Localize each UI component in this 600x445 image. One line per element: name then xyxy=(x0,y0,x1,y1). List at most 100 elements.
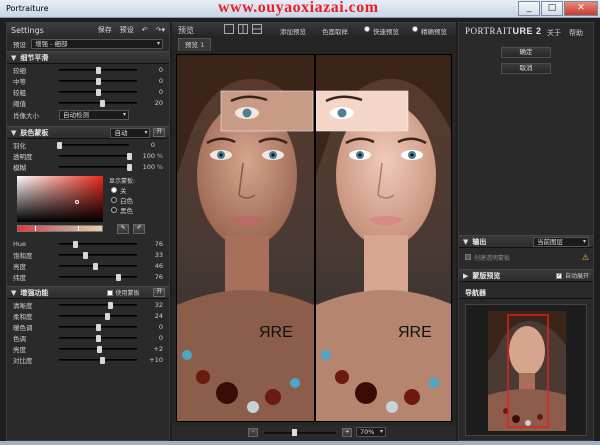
collapse-arrow-icon[interactable]: ▼ xyxy=(11,54,16,62)
enhance-section-header[interactable]: ▼ 增强功能 使用蒙板 开 xyxy=(7,286,169,299)
hsb-slider[interactable] xyxy=(59,251,137,259)
detail-slider-knob[interactable] xyxy=(99,99,105,107)
eyedropper-minus-icon[interactable]: ✐ xyxy=(133,224,145,234)
show-mask-radio[interactable] xyxy=(111,197,117,203)
enhance-slider-knob[interactable] xyxy=(96,323,101,331)
tab-preview-1[interactable]: 预览 1 xyxy=(178,38,212,51)
hsb-slider-knob[interactable] xyxy=(92,262,98,270)
enhance-slider-knob[interactable] xyxy=(96,334,101,342)
enhance-value[interactable]: 32 xyxy=(141,301,163,309)
enhance-slider-knob[interactable] xyxy=(96,345,102,353)
mask-value[interactable]: 100 xyxy=(133,152,155,160)
ok-button[interactable]: 确定 xyxy=(501,47,551,58)
enhance-value[interactable]: 0 xyxy=(141,323,163,331)
mask-slider-knob[interactable] xyxy=(57,141,62,149)
zoom-slider[interactable] xyxy=(264,429,336,436)
mask-slider[interactable] xyxy=(59,152,132,160)
portrait-size-dropdown[interactable]: 自动检测 xyxy=(59,110,129,120)
enhance-toggle-button[interactable]: 开 xyxy=(153,288,165,297)
detail-section-header[interactable]: ▼ 细节平滑 xyxy=(7,51,169,64)
enhance-slider[interactable] xyxy=(59,345,137,353)
enhance-slider[interactable] xyxy=(59,312,137,320)
hsb-slider[interactable] xyxy=(59,240,137,248)
use-mask-checkbox[interactable] xyxy=(107,289,114,296)
detail-value[interactable]: 20 xyxy=(141,99,163,107)
add-preview-button[interactable]: 添加预览 xyxy=(280,26,306,36)
color-field[interactable] xyxy=(17,176,103,222)
detail-slider[interactable] xyxy=(59,99,137,107)
detail-slider-knob[interactable] xyxy=(96,77,101,85)
mask-slider[interactable] xyxy=(59,163,132,171)
mask-slider-knob[interactable] xyxy=(127,163,132,171)
show-mask-radio[interactable] xyxy=(111,207,117,213)
detail-slider[interactable] xyxy=(59,77,137,85)
show-mask-option[interactable]: 白色 xyxy=(111,195,133,205)
detail-value[interactable]: 0 xyxy=(141,66,163,74)
mask-slider[interactable] xyxy=(57,141,129,149)
mask-preview-section-header[interactable]: ▶ 蒙版预览 ✓ 自动展开 xyxy=(459,269,593,282)
enhance-slider-knob[interactable] xyxy=(105,312,111,320)
hsb-value[interactable]: 33 xyxy=(141,251,163,259)
show-mask-option[interactable]: 黑色 xyxy=(111,205,133,215)
detail-slider[interactable] xyxy=(59,66,137,74)
mask-toggle-button[interactable]: 开 xyxy=(153,128,165,137)
zoom-in-button[interactable]: + xyxy=(342,428,352,437)
collapse-arrow-icon[interactable]: ▼ xyxy=(11,129,16,137)
enhance-slider[interactable] xyxy=(59,323,137,331)
preset-dropdown[interactable]: 增强 - 细部 xyxy=(31,39,163,49)
hsb-slider-knob[interactable] xyxy=(73,240,79,248)
close-button[interactable]: ✕ xyxy=(564,1,598,16)
show-mask-radio[interactable] xyxy=(111,187,117,193)
mask-value[interactable]: 0 xyxy=(133,141,155,149)
expand-arrow-icon[interactable]: ▶ xyxy=(463,272,468,280)
eyedropper-icon[interactable]: ✎ xyxy=(117,224,129,234)
hsb-slider[interactable] xyxy=(59,273,137,281)
collapse-arrow-icon[interactable]: ▼ xyxy=(463,238,468,246)
enhance-value[interactable]: 0 xyxy=(141,334,163,342)
detail-slider-knob[interactable] xyxy=(96,88,101,96)
image-viewer[interactable]: ЯRE ЯRE xyxy=(176,54,452,422)
hsb-value[interactable]: 76 xyxy=(141,273,163,281)
enhance-slider[interactable] xyxy=(59,334,137,342)
hue-range-bar[interactable] xyxy=(17,225,103,232)
split-horizontal-icon[interactable] xyxy=(252,24,262,34)
hsb-value[interactable]: 46 xyxy=(141,262,163,270)
hsb-slider-knob[interactable] xyxy=(82,251,88,259)
detail-value[interactable]: 0 xyxy=(141,88,163,96)
zoom-dropdown[interactable]: 70% xyxy=(356,427,386,437)
enhance-value[interactable]: +2 xyxy=(141,345,163,353)
detail-slider[interactable] xyxy=(59,88,137,96)
enhance-slider[interactable] xyxy=(59,301,137,309)
fast-preview-radio[interactable] xyxy=(364,26,370,32)
save-button[interactable]: 保存 xyxy=(98,25,112,35)
skin-sample-button[interactable]: 色面取样 xyxy=(322,26,348,36)
preset-button[interactable]: 预设 xyxy=(120,25,134,35)
mask-value[interactable]: 100 xyxy=(133,163,155,171)
detail-slider-knob[interactable] xyxy=(96,66,101,74)
output-dropdown[interactable]: 当前图层 xyxy=(533,236,589,247)
minimize-button[interactable]: _ xyxy=(518,1,540,16)
detail-value[interactable]: 0 xyxy=(141,77,163,85)
enhance-slider-knob[interactable] xyxy=(99,356,105,364)
mask-mode-dropdown[interactable]: 自动 xyxy=(110,127,151,138)
split-vertical-icon[interactable] xyxy=(238,24,248,34)
accurate-preview-radio[interactable] xyxy=(412,26,418,32)
auto-open-checkbox[interactable]: ✓ xyxy=(555,272,562,279)
hsb-slider-knob[interactable] xyxy=(116,273,122,281)
zoom-slider-knob[interactable] xyxy=(292,429,297,436)
navigator-panel[interactable] xyxy=(465,304,587,436)
enhance-slider-knob[interactable] xyxy=(108,301,114,309)
help-button[interactable]: 帮助 xyxy=(569,28,583,38)
mask-slider-knob[interactable] xyxy=(127,152,132,160)
mask-section-header[interactable]: ▼ 肤色蒙板 自动 开 xyxy=(7,126,169,139)
enhance-slider[interactable] xyxy=(59,356,137,364)
about-button[interactable]: 关于 xyxy=(547,28,561,38)
color-cursor[interactable] xyxy=(75,200,79,204)
transparent-mask-checkbox[interactable] xyxy=(465,254,471,260)
cancel-button[interactable]: 取消 xyxy=(501,63,551,74)
hsb-slider[interactable] xyxy=(59,262,137,270)
maximize-button[interactable]: □ xyxy=(541,1,563,16)
show-mask-option[interactable]: 关 xyxy=(111,185,133,195)
redo-icon[interactable]: ↷▾ xyxy=(156,26,165,34)
enhance-value[interactable]: 24 xyxy=(141,312,163,320)
